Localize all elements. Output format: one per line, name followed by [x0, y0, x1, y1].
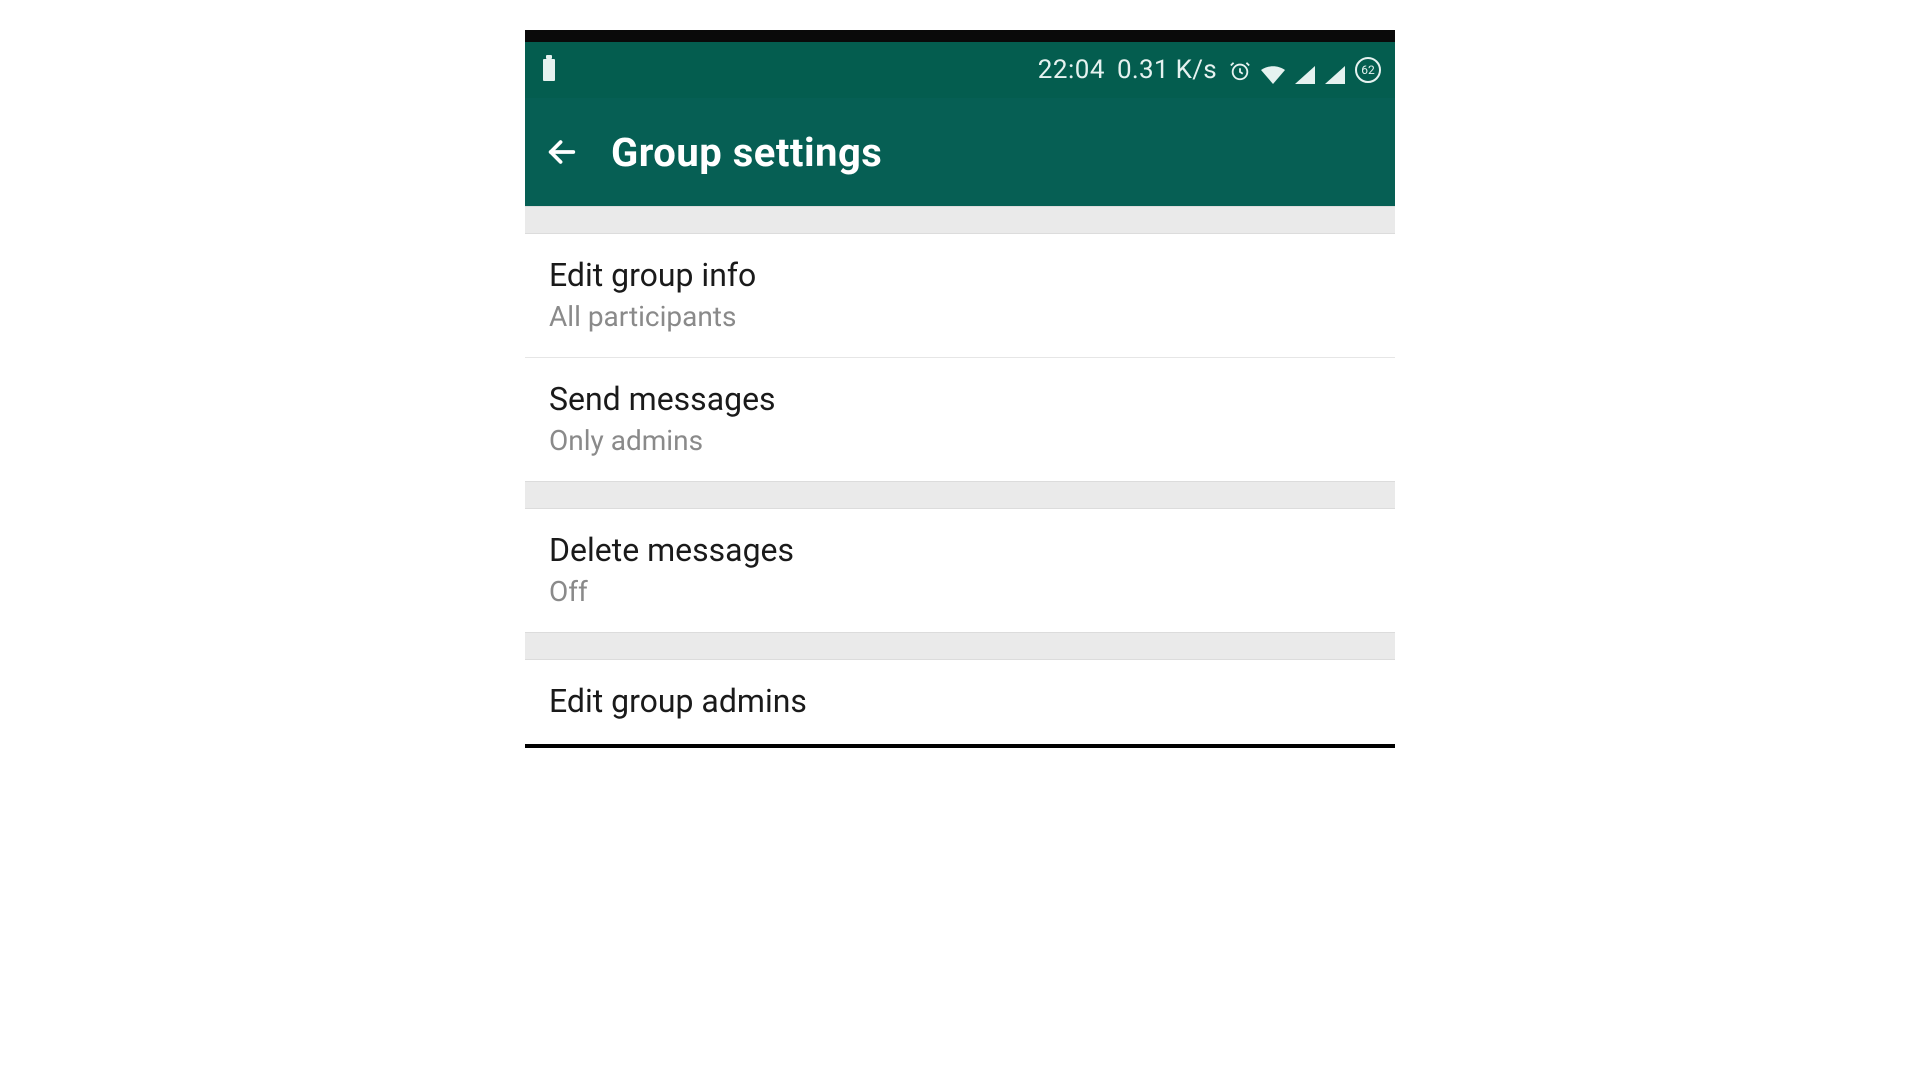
setting-subtitle: Only admins [549, 424, 1371, 457]
signal-icon-2 [1325, 61, 1345, 79]
section-divider [525, 481, 1395, 509]
setting-title: Delete messages [549, 531, 1371, 569]
battery-icon [543, 59, 555, 81]
setting-edit-group-admins[interactable]: Edit group admins [525, 660, 1395, 744]
page-title: Group settings [611, 129, 882, 176]
setting-title: Edit group info [549, 256, 1371, 294]
device-frame: 22:04 0.31 K/s [525, 30, 1395, 748]
status-right: 22:04 0.31 K/s [1038, 55, 1381, 85]
status-left [543, 59, 555, 81]
settings-group-2: Delete messages Off [525, 509, 1395, 632]
alarm-icon [1229, 59, 1251, 81]
settings-group-3: Edit group admins [525, 660, 1395, 744]
section-divider [525, 632, 1395, 660]
setting-edit-group-info[interactable]: Edit group info All participants [525, 234, 1395, 357]
setting-send-messages[interactable]: Send messages Only admins [525, 358, 1395, 481]
section-divider [525, 206, 1395, 234]
signal-icon-1 [1295, 61, 1315, 79]
status-icons: 62 [1229, 57, 1381, 83]
battery-percent-badge: 62 [1355, 57, 1381, 83]
phone-screen: 22:04 0.31 K/s [525, 42, 1395, 748]
clock-time: 22:04 [1038, 55, 1105, 85]
setting-subtitle: Off [549, 575, 1371, 608]
setting-subtitle: All participants [549, 300, 1371, 333]
network-speed: 0.31 K/s [1117, 55, 1217, 85]
settings-group-1: Edit group info All participants Send me… [525, 234, 1395, 481]
battery-percent-value: 62 [1361, 64, 1375, 76]
setting-delete-messages[interactable]: Delete messages Off [525, 509, 1395, 632]
screen-bottom-edge [525, 744, 1395, 748]
app-toolbar: Group settings [525, 98, 1395, 206]
back-arrow-icon[interactable] [545, 135, 579, 169]
wifi-icon [1261, 61, 1285, 79]
setting-title: Send messages [549, 380, 1371, 418]
status-bar: 22:04 0.31 K/s [525, 42, 1395, 98]
setting-title: Edit group admins [549, 682, 1371, 720]
